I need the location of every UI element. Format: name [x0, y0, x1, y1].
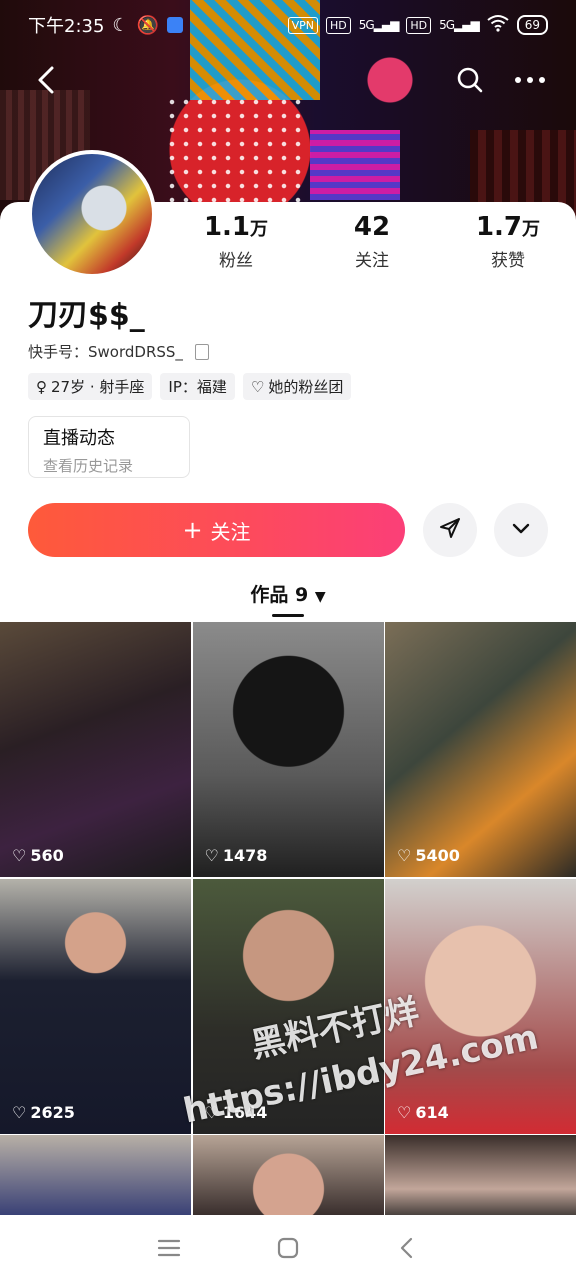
vpn-badge: VPN — [287, 16, 318, 34]
stat-value: 1.7 — [475, 212, 523, 242]
stat-fans[interactable]: 1.1万 粉丝 — [168, 212, 304, 271]
like-count: 2625 — [30, 1102, 75, 1122]
stat-value: 42 — [353, 212, 391, 242]
stat-likes[interactable]: 1.7万 获赞 — [440, 212, 576, 271]
more-dots-icon[interactable] — [510, 62, 550, 98]
follow-label: 关注 — [210, 519, 251, 544]
fan-club-chip[interactable]: ♡ 她的粉丝团 — [242, 373, 352, 400]
banner-pixel-art — [310, 130, 400, 200]
like-count: 614 — [415, 1102, 449, 1122]
heart-icon: ♡ — [397, 846, 412, 865]
profile-tags: ♀ 27岁 · 射手座 IP：福建 ♡ 她的粉丝团 — [28, 373, 352, 400]
plus-icon: + — [182, 516, 203, 544]
heart-icon: ♡ — [12, 1102, 27, 1122]
age-zodiac-chip: ♀ 27岁 · 射手座 — [28, 373, 153, 400]
status-bar: 下午2:35 ☾ 🔕 VPN HD 5G▂▄▆ HD 5G▂▄▆ 69 — [0, 0, 576, 50]
back-triangle-icon[interactable] — [392, 1233, 422, 1263]
heart-icon: ♡ — [204, 846, 219, 865]
work-tile[interactable]: ♡ 5400 — [385, 622, 576, 877]
avatar[interactable] — [28, 150, 156, 278]
caret-down-icon: ▼ — [314, 589, 326, 605]
live-activity-card[interactable]: 直播动态 查看历史记录 — [28, 416, 190, 478]
tab-indicator — [272, 614, 304, 617]
stat-label: 粉丝 — [219, 251, 253, 271]
tab-label: 作品 9 — [250, 584, 309, 606]
stat-unit: 万 — [250, 219, 269, 240]
works-grid: ♡ 560 ♡ 1478 ♡ 5400 ♡ 2625 ♡ 1644 ♡ 614 — [0, 622, 576, 1225]
hd-badge: HD — [325, 16, 351, 34]
signal-icon: 5G▂▄▆ — [358, 18, 400, 32]
stat-label: 关注 — [355, 251, 389, 271]
work-tile[interactable] — [192, 1135, 384, 1225]
female-icon: ♀ — [36, 377, 47, 396]
chip-label: IP：福建 — [168, 378, 227, 396]
bell-off-icon: 🔕 — [136, 14, 159, 36]
chip-label: 27岁 · 射手座 — [51, 378, 145, 396]
stat-value: 1.1 — [203, 212, 251, 242]
stat-label: 获赞 — [491, 251, 525, 271]
work-tile[interactable]: ♡ 2625 — [0, 878, 191, 1134]
ip-chip: IP：福建 — [160, 373, 235, 400]
like-count: 1478 — [222, 846, 268, 865]
copy-icon[interactable] — [194, 343, 209, 360]
search-icon[interactable] — [452, 62, 488, 98]
like-count: 560 — [30, 846, 64, 865]
fan-club-icon: ♡ — [250, 377, 265, 396]
moon-icon: ☾ — [112, 14, 129, 36]
chip-label: 她的粉丝团 — [268, 378, 344, 396]
work-tile[interactable] — [385, 1135, 576, 1225]
hd-badge: HD — [406, 16, 432, 34]
follow-button[interactable]: + 关注 — [28, 503, 405, 557]
send-icon — [438, 516, 462, 544]
system-nav-bar — [0, 1215, 576, 1280]
battery-indicator: 69 — [516, 15, 548, 35]
stat-following[interactable]: 42 关注 — [304, 212, 440, 271]
heart-icon: ♡ — [12, 846, 27, 865]
top-nav — [0, 62, 576, 98]
kuaishou-id: 快手号：SwordDRSS_ — [28, 343, 183, 361]
profile-name: 刀刃$$_ — [28, 298, 145, 333]
share-button[interactable] — [423, 503, 477, 557]
menu-icon[interactable] — [154, 1233, 184, 1263]
status-time: 下午2:35 — [28, 16, 105, 37]
chevron-left-icon[interactable] — [30, 62, 66, 98]
wifi-icon — [487, 14, 509, 37]
profile-stats: 1.1万 粉丝 42 关注 1.7万 获赞 — [168, 212, 576, 271]
tab-works[interactable]: 作品 9 ▼ — [0, 580, 576, 607]
signal-icon: 5G▂▄▆ — [439, 18, 480, 32]
app-notification-icon — [166, 17, 183, 33]
home-square-icon[interactable] — [273, 1233, 303, 1263]
live-subtitle: 查看历史记录 — [43, 457, 134, 475]
kuaishou-id-row: 快手号：SwordDRSS_ — [28, 341, 209, 362]
heart-icon: ♡ — [397, 1102, 412, 1122]
like-count: 5400 — [415, 846, 460, 865]
banner-dots — [165, 95, 305, 205]
live-title: 直播动态 — [43, 428, 115, 449]
chevron-down-icon — [509, 516, 533, 544]
stat-unit: 万 — [522, 219, 541, 240]
work-tile[interactable]: ♡ 560 — [0, 622, 191, 877]
expand-button[interactable] — [494, 503, 548, 557]
work-tile[interactable]: ♡ 1478 — [192, 622, 384, 877]
work-tile[interactable] — [0, 1135, 191, 1225]
